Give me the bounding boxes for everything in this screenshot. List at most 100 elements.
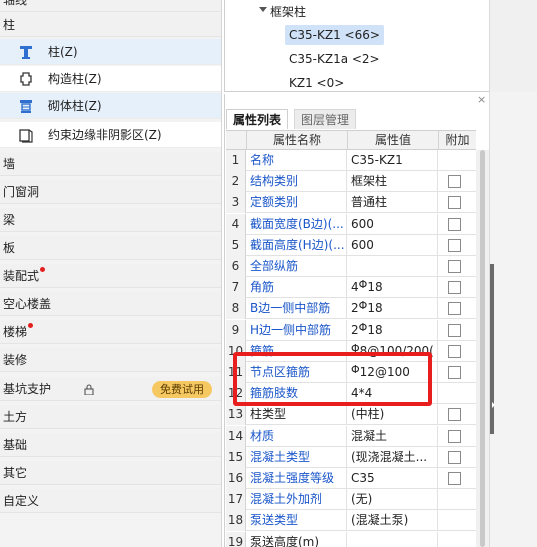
nav-category-openings[interactable]: 门窗洞 <box>0 180 221 204</box>
nav-category-label: 墙 <box>3 157 16 171</box>
nav-category-axis[interactable]: 轴线 <box>0 0 221 12</box>
row-index: 15 <box>226 446 246 468</box>
attach-checkbox[interactable] <box>448 238 461 252</box>
attach-cell <box>439 298 476 319</box>
nav-category-prefab[interactable]: 装配式 <box>0 264 221 288</box>
nav-category-column[interactable]: 柱 <box>0 13 221 37</box>
table-row[interactable]: 3 定额类别 普通柱 <box>226 192 476 214</box>
attach-checkbox[interactable] <box>448 217 461 231</box>
property-value[interactable]: 4Φ18 <box>348 277 438 299</box>
table-row[interactable]: 16 混凝土强度等级 C35 <box>226 468 476 489</box>
table-row[interactable]: 15 混凝土类型 (现浇混凝土... <box>226 446 476 468</box>
new-indicator-dot <box>28 323 33 328</box>
attach-cell <box>439 171 476 192</box>
property-value[interactable]: 2Φ18 <box>348 319 438 341</box>
table-row[interactable]: 5 截面高度(H边)(... 600 <box>226 234 476 256</box>
attach-checkbox[interactable] <box>448 196 461 210</box>
property-scrollbar[interactable] <box>476 150 489 547</box>
nav-category-hollow-floor[interactable]: 空心楼盖 <box>0 292 221 316</box>
attach-checkbox[interactable] <box>448 472 461 485</box>
property-value[interactable]: 框架柱 <box>348 171 438 193</box>
tree-node-frame-column[interactable]: 框架柱 <box>270 3 306 20</box>
collapse-arrow-icon[interactable] <box>492 402 495 408</box>
property-value[interactable]: (混凝土泵) <box>348 510 438 532</box>
nav-category-stairs[interactable]: 楼梯 <box>0 320 221 344</box>
property-value[interactable]: (中柱) <box>348 404 438 426</box>
nav-category-beam[interactable]: 梁 <box>0 208 221 232</box>
attach-cell <box>439 510 476 531</box>
table-row[interactable]: 14 材质 混凝土 <box>226 425 476 447</box>
tab-property-list[interactable]: 属性列表 <box>226 109 289 129</box>
table-row[interactable]: 9 H边一侧中部筋 2Φ18 <box>226 319 476 341</box>
property-value[interactable] <box>348 256 438 277</box>
nav-item-column[interactable]: 柱(Z) <box>0 39 221 65</box>
table-row[interactable]: 4 截面宽度(B边)(... 600 <box>226 213 476 235</box>
table-row[interactable]: 6 全部纵筋 <box>226 256 476 277</box>
attach-cell <box>439 235 476 256</box>
attach-checkbox[interactable] <box>448 429 461 443</box>
table-row[interactable]: 19 泵送高度(m) <box>226 531 476 547</box>
tree-leaf-kz1[interactable]: KZ1 <0> <box>285 73 348 93</box>
tab-layer-management[interactable]: 图层管理 <box>294 109 357 129</box>
tree-leaf-c35-kz1[interactable]: C35-KZ1 <66> <box>285 25 384 45</box>
table-row[interactable]: 1 名称 C35-KZ1 <box>226 150 476 171</box>
nav-item-construction-column[interactable]: 构造柱(Z) <box>0 66 221 92</box>
property-value[interactable]: 600 <box>348 213 438 235</box>
table-row[interactable]: 18 泵送类型 (混凝土泵) <box>226 510 476 532</box>
nav-category-other[interactable]: 其它 <box>0 461 221 485</box>
nav-category-wall[interactable]: 墙 <box>0 152 221 176</box>
tree-side-area <box>489 0 537 92</box>
property-value[interactable] <box>348 531 438 547</box>
attach-checkbox[interactable] <box>448 450 461 464</box>
panel-splitter[interactable] <box>490 264 494 434</box>
nav-category-earthwork[interactable]: 土方 <box>0 405 221 429</box>
attach-checkbox[interactable] <box>448 323 461 337</box>
attach-cell <box>439 468 476 489</box>
header-attach: 附加 <box>445 133 470 147</box>
attach-checkbox[interactable] <box>448 281 461 295</box>
property-value[interactable]: C35-KZ1 <box>348 150 438 171</box>
property-value[interactable]: C35 <box>348 468 438 489</box>
nav-item-masonry-column[interactable]: 砌体柱(Z) <box>0 93 221 119</box>
nav-item-boundary-zone[interactable]: 约束边缘非阴影区(Z) <box>0 122 221 148</box>
nav-category-foundation[interactable]: 基础 <box>0 433 221 457</box>
attach-cell <box>439 362 476 383</box>
attach-checkbox[interactable] <box>448 366 461 379</box>
row-index: 1 <box>226 150 246 171</box>
row-index: 7 <box>226 277 246 299</box>
table-row[interactable]: 13 柱类型 (中柱) <box>226 404 476 426</box>
attach-checkbox[interactable] <box>448 175 461 189</box>
property-name: 全部纵筋 <box>247 256 347 277</box>
scrollbar-thumb[interactable] <box>480 150 485 547</box>
attach-checkbox[interactable] <box>448 260 461 273</box>
nav-category-label: 轴线 <box>3 0 28 7</box>
property-name: H边一侧中部筋 <box>247 319 347 341</box>
property-value[interactable]: (现浇混凝土... <box>348 446 438 468</box>
property-name: 混凝土强度等级 <box>247 468 347 489</box>
table-row[interactable]: 17 混凝土外加剂 (无) <box>226 489 476 511</box>
property-value[interactable]: 2Φ18 <box>348 298 438 320</box>
property-name: 结构类别 <box>247 171 347 193</box>
close-icon[interactable]: × <box>477 94 487 105</box>
row-index: 17 <box>226 489 246 511</box>
table-row[interactable]: 2 结构类别 框架柱 <box>226 171 476 193</box>
attach-checkbox[interactable] <box>448 302 461 316</box>
annotation-highlight-box <box>233 352 432 406</box>
chevron-down-icon[interactable] <box>259 7 267 12</box>
nav-category-custom[interactable]: 自定义 <box>0 489 221 513</box>
header-index <box>226 131 247 150</box>
property-value[interactable]: 混凝土 <box>348 425 438 447</box>
nav-category-decoration[interactable]: 装修 <box>0 348 221 372</box>
free-trial-badge[interactable]: 免费试用 <box>152 381 212 398</box>
property-value[interactable]: (无) <box>348 489 438 511</box>
nav-category-label: 土方 <box>3 410 28 424</box>
property-value[interactable]: 普通柱 <box>348 192 438 214</box>
table-row[interactable]: 7 角筋 4Φ18 <box>226 277 476 299</box>
nav-category-slab[interactable]: 板 <box>0 236 221 260</box>
rebar-grade-symbol: Φ <box>358 320 368 334</box>
attach-checkbox[interactable] <box>448 408 461 422</box>
property-value[interactable]: 600 <box>348 234 438 256</box>
table-row[interactable]: 8 B边一侧中部筋 2Φ18 <box>226 298 476 320</box>
tree-leaf-c35-kz1a[interactable]: C35-KZ1a <2> <box>285 49 384 69</box>
attach-checkbox[interactable] <box>448 344 461 358</box>
